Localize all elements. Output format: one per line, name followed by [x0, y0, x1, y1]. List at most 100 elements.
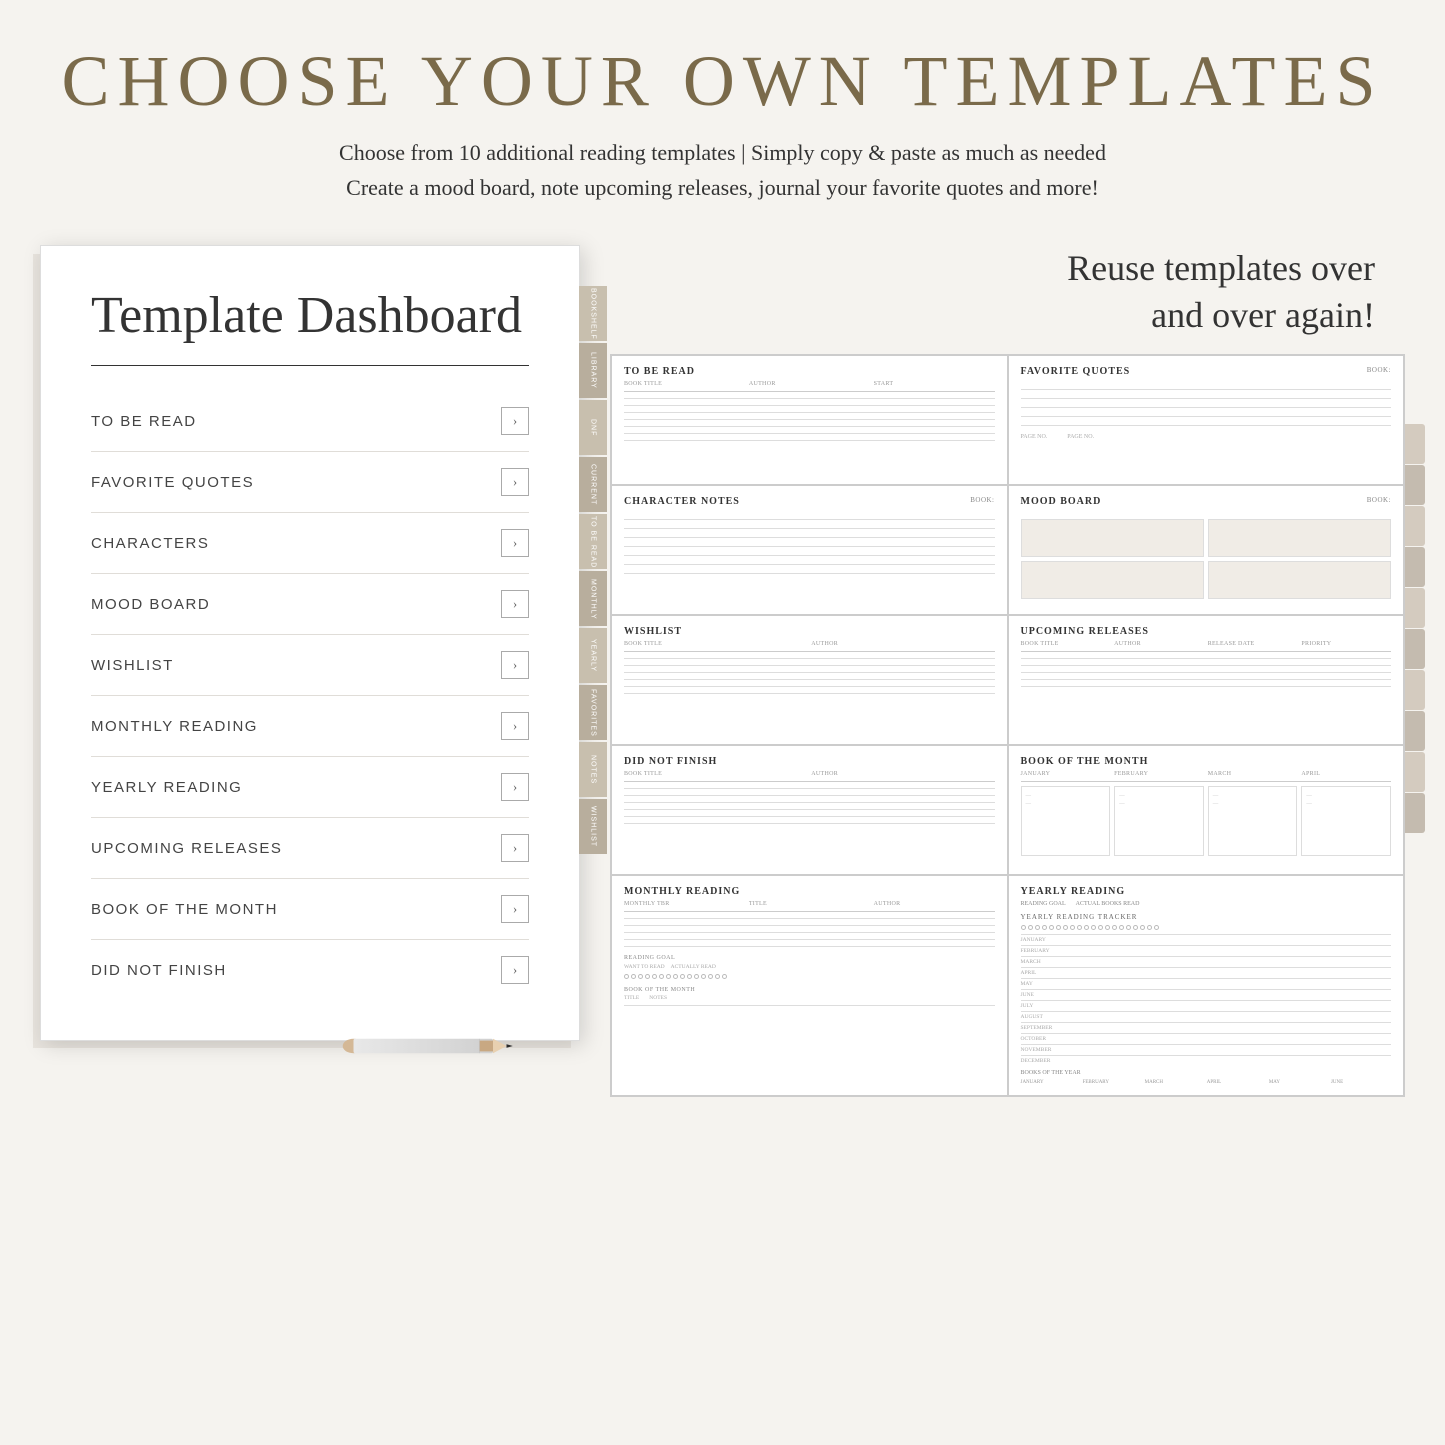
side-tab[interactable]: LIBRARY [579, 343, 607, 398]
arrow-yearly[interactable]: › [501, 773, 529, 801]
col-author: AUTHOR [874, 901, 995, 907]
arrow-characters[interactable]: › [501, 529, 529, 557]
dashboard-item[interactable]: MONTHLY READING › [91, 696, 529, 757]
preview-tab[interactable] [1405, 711, 1425, 751]
tracker-dot [687, 974, 692, 979]
dashboard-item[interactable]: CHARACTERS › [91, 513, 529, 574]
upcoming-columns: BOOK TITLE AUTHOR RELEASE DATE PRIORITY [1021, 641, 1392, 647]
reuse-text: Reuse templates over and over again! [610, 245, 1405, 339]
books-year-months: JANUARY FEBRUARY MARCH APRIL MAY JUNE [1021, 1080, 1392, 1085]
template-title-yearly: YEARLY READING [1021, 886, 1392, 897]
template-wishlist: WISHLIST BOOK TITLE AUTHOR [611, 615, 1008, 745]
table-row [1021, 686, 1392, 687]
table-row [624, 672, 995, 673]
tracker-dot [673, 974, 678, 979]
table-row [1021, 672, 1392, 673]
header-subtitle: Choose from 10 additional reading templa… [60, 135, 1385, 205]
preview-tab[interactable] [1405, 752, 1425, 792]
arrow-mood[interactable]: › [501, 590, 529, 618]
side-tab[interactable]: BOOKSHELF [579, 286, 607, 341]
dashboard-item[interactable]: BOOK OF THE MONTH › [91, 879, 529, 940]
tracker-dot [1042, 925, 1047, 930]
preview-tab[interactable] [1405, 547, 1425, 587]
table-row [624, 918, 995, 919]
tracker-dot [1091, 925, 1096, 930]
monthly-columns: MONTHLY TBR TITLE AUTHOR [624, 901, 995, 907]
preview-tab[interactable] [1405, 793, 1425, 833]
dashboard-item[interactable]: WISHLIST › [91, 635, 529, 696]
preview-tab[interactable] [1405, 629, 1425, 669]
month-feb: FEBRUARY [1021, 945, 1392, 954]
preview-tab[interactable] [1405, 506, 1425, 546]
arrow-dnf[interactable]: › [501, 956, 529, 984]
side-tab[interactable]: MONTHLY [579, 571, 607, 626]
template-upcoming: UPCOMING RELEASES BOOK TITLE AUTHOR RELE… [1008, 615, 1405, 745]
item-label-botm: BOOK OF THE MONTH [91, 901, 278, 918]
table-row [1021, 658, 1392, 659]
yearly-tracker [1021, 925, 1392, 930]
botm-months: JANUARY FEBRUARY MARCH APRIL [1021, 771, 1392, 777]
arrow-monthly[interactable]: › [501, 712, 529, 740]
table-row [624, 433, 995, 434]
arrow-tbr[interactable]: › [501, 407, 529, 435]
line [624, 519, 995, 520]
side-tab[interactable]: WISHLIST [579, 799, 607, 854]
table-row [624, 665, 995, 666]
table-row [624, 788, 995, 789]
line [624, 528, 995, 529]
side-tab[interactable]: FAVORITES [579, 685, 607, 740]
dashboard-title: Template Dashboard [91, 286, 529, 345]
template-title-fq: FAVORITE QUOTES [1021, 366, 1131, 377]
side-tab[interactable]: YEARLY [579, 628, 607, 683]
month-sep: SEPTEMBER [1021, 1022, 1392, 1031]
side-tab[interactable]: NOTES [579, 742, 607, 797]
month-dec: DECEMBER [1021, 1055, 1392, 1064]
dashboard-item[interactable]: YEARLY READING › [91, 757, 529, 818]
col-start: START [874, 381, 995, 387]
preview-tab[interactable] [1405, 424, 1425, 464]
dashboard-panel: Template Dashboard TO BE READ › FAVORITE… [40, 245, 580, 1041]
wishlist-columns: BOOK TITLE AUTHOR [624, 641, 995, 647]
mood-book-label: BOOK: [1367, 496, 1391, 511]
arrow-wishlist[interactable]: › [501, 651, 529, 679]
dashboard-item[interactable]: FAVORITE QUOTES › [91, 452, 529, 513]
dashboard-item[interactable]: UPCOMING RELEASES › [91, 818, 529, 879]
template-dnf: DID NOT FINISH BOOK TITLE AUTHOR [611, 745, 1008, 875]
table-row [624, 398, 995, 399]
dashboard-item[interactable]: DID NOT FINISH › [91, 940, 529, 1000]
tracker-dot [1021, 925, 1026, 930]
table-row [624, 686, 995, 687]
preview-tab[interactable] [1405, 670, 1425, 710]
header-section: CHOOSE YOUR OWN TEMPLATES Choose from 10… [0, 0, 1445, 225]
book-of-month-sub-label: BOOK OF THE MONTH [624, 987, 995, 993]
month-aug: AUGUST [1021, 1011, 1392, 1020]
preview-tab[interactable] [1405, 588, 1425, 628]
goal-fields: WANT TO READ ACTUALLY READ [624, 964, 995, 970]
line [1021, 398, 1392, 399]
tracker-dot [1084, 925, 1089, 930]
template-title-wishlist: WISHLIST [624, 626, 995, 637]
arrow-botm[interactable]: › [501, 895, 529, 923]
arrow-fq[interactable]: › [501, 468, 529, 496]
month-mar: MARCH [1021, 956, 1392, 965]
col-title: TITLE [749, 901, 870, 907]
dashboard-item[interactable]: MOOD BOARD › [91, 574, 529, 635]
line [624, 651, 995, 652]
fq-book-label: BOOK: [1367, 366, 1391, 381]
line [624, 391, 995, 392]
side-tab[interactable]: DNF [579, 400, 607, 455]
tracker-dot [1035, 925, 1040, 930]
line [624, 555, 995, 556]
preview-tab[interactable] [1405, 465, 1425, 505]
side-tab[interactable]: TO BE READ [579, 514, 607, 569]
item-label-upcoming: UPCOMING RELEASES [91, 840, 282, 857]
reading-goal-label: READING GOAL [1021, 901, 1066, 907]
arrow-upcoming[interactable]: › [501, 834, 529, 862]
table-row [624, 440, 995, 441]
dashboard-item[interactable]: TO BE READ › [91, 391, 529, 452]
main-title: CHOOSE YOUR OWN TEMPLATES [60, 40, 1385, 123]
side-tab[interactable]: CURRENT [579, 457, 607, 512]
tracker-dot [1098, 925, 1103, 930]
col-book-title: BOOK TITLE [624, 771, 807, 777]
divider [91, 365, 529, 366]
